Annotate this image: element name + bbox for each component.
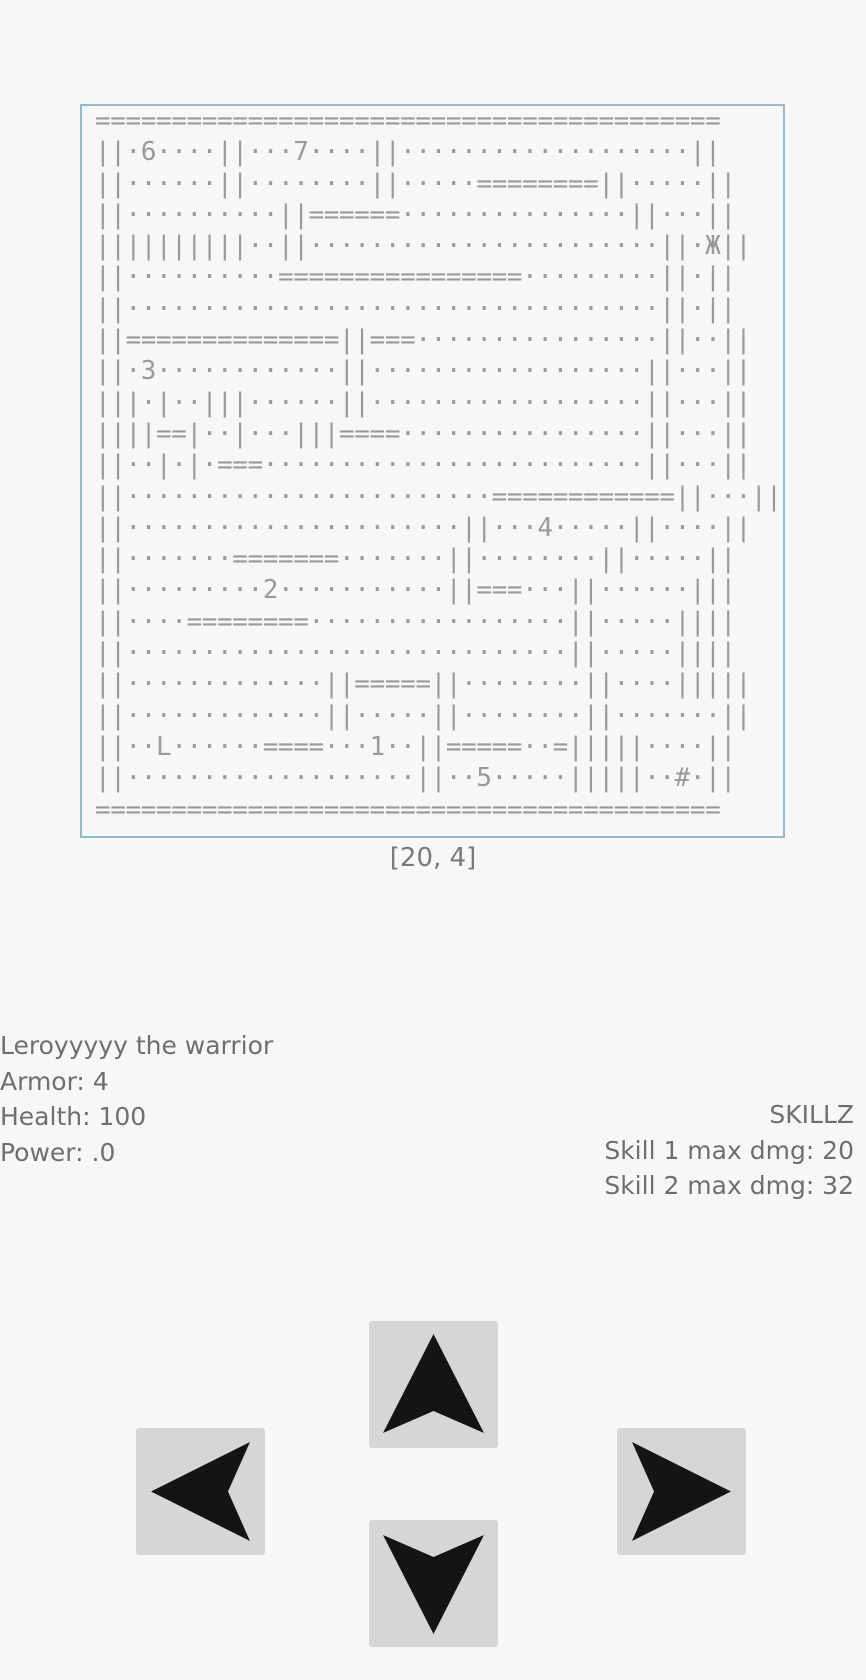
map-row: ||·3············||··················||··… bbox=[95, 356, 751, 387]
power-stat: Power: .0 bbox=[0, 1137, 116, 1167]
map-row: ||·············||·····||········||······… bbox=[95, 700, 751, 731]
map-row: ||·········2···········||===···||······|… bbox=[95, 575, 736, 606]
map-row: |||·|··|||······||··················||··… bbox=[95, 387, 751, 418]
armor-stat: Armor: 4 bbox=[0, 1066, 109, 1096]
move-left-button[interactable] bbox=[136, 1428, 265, 1555]
map-row: ========================================… bbox=[95, 106, 721, 136]
skill-1-damage: Skill 1 max dmg: 20 bbox=[604, 1135, 854, 1165]
map-row: ||······················||···4·····||···… bbox=[95, 512, 751, 543]
skills-panel: SKILLZ Skill 1 max dmg: 20 Skill 2 max d… bbox=[604, 1097, 854, 1204]
move-down-button[interactable] bbox=[369, 1520, 498, 1647]
map-row: ||···················||··5·····|||||··#·… bbox=[95, 763, 736, 794]
map-row: ||·6····||···7····||···················|… bbox=[95, 137, 721, 168]
map-row: ||···································||·… bbox=[95, 293, 736, 324]
map-row: ||·····························||·····||… bbox=[95, 638, 736, 669]
move-right-button[interactable] bbox=[617, 1428, 746, 1555]
map-row: ||||||||||··||·······················||·… bbox=[95, 231, 751, 262]
map-row: ||··········================·········||·… bbox=[95, 262, 736, 293]
map-row: ||·······=======·······||········||·····… bbox=[95, 544, 736, 575]
player-stats: Leroyyyyy the warrior Armor: 4 Health: 1… bbox=[0, 1028, 273, 1170]
arrow-right-icon bbox=[632, 1442, 731, 1541]
dungeon-map: ========================================… bbox=[80, 104, 785, 838]
map-row: ||··········||======···············||···… bbox=[95, 199, 736, 230]
map-row: ||························============||… bbox=[95, 481, 782, 512]
skill-2-damage: Skill 2 max dmg: 32 bbox=[604, 1171, 854, 1200]
player-name: Leroyyyyy the warrior bbox=[0, 1031, 274, 1060]
skills-title: SKILLZ bbox=[769, 1100, 854, 1129]
move-up-button[interactable] bbox=[369, 1321, 498, 1448]
map-row: ||··L······====···1··||=====··=|||||····… bbox=[95, 731, 736, 762]
health-stat: Health: 100 bbox=[0, 1102, 147, 1131]
arrow-left-icon bbox=[151, 1442, 250, 1541]
map-grid: ========================================… bbox=[95, 106, 782, 826]
map-row: ||··|·|·===·························||··… bbox=[95, 450, 751, 481]
map-row: ||·············||=====||········||····||… bbox=[95, 669, 751, 700]
position-readout: [20, 4] bbox=[389, 843, 477, 873]
map-row: ||==============||===················||·… bbox=[95, 325, 751, 356]
game-screen: ========================================… bbox=[0, 0, 866, 1680]
map-row: ||||==|··|···|||====················||··… bbox=[95, 418, 751, 449]
arrow-up-icon bbox=[383, 1334, 484, 1433]
map-row: ========================================… bbox=[95, 794, 721, 825]
map-row: ||······||········||·····========||·····… bbox=[95, 168, 736, 199]
arrow-down-icon bbox=[383, 1535, 484, 1634]
map-row: ||····========·················||·····||… bbox=[95, 606, 736, 637]
